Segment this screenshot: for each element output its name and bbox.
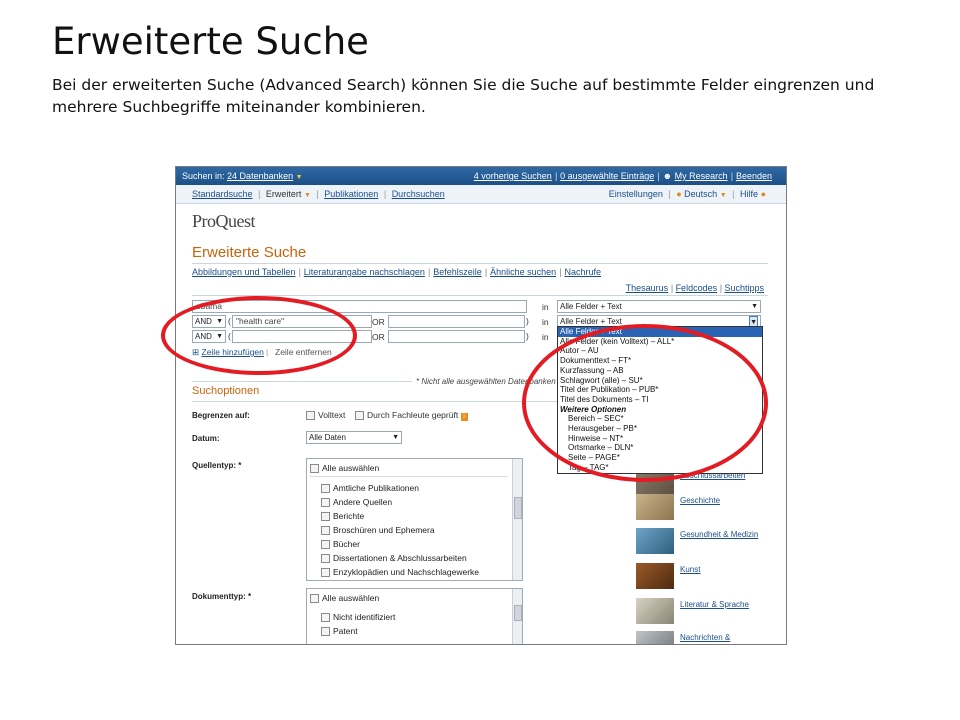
subject-label: Literatur & Sprache xyxy=(680,600,749,609)
date-value: Alle Daten xyxy=(309,433,346,442)
list-item[interactable]: Nicht identifiziert xyxy=(321,612,395,623)
chevron-down-icon: ▼ xyxy=(751,303,758,310)
in-label: in xyxy=(542,332,549,342)
settings-link[interactable]: Einstellungen xyxy=(609,189,663,199)
chevron-down-icon[interactable]: ▼ xyxy=(304,192,311,199)
chevron-down-icon[interactable]: ▼ xyxy=(296,174,303,181)
logout-link[interactable]: Beenden xyxy=(736,171,772,181)
select-all-checkbox[interactable] xyxy=(310,594,319,604)
source-type-list[interactable]: Alle auswählen Amtliche Publikationen An… xyxy=(306,458,523,581)
field-select-value: Alle Felder + Text xyxy=(560,302,622,311)
scrollbar[interactable] xyxy=(512,459,522,580)
thesaurus-link[interactable]: Thesaurus xyxy=(626,283,669,293)
tab-advanced[interactable]: Erweitert xyxy=(266,189,302,199)
search-input-3b[interactable] xyxy=(388,330,525,343)
list-item[interactable]: Andere Quellen xyxy=(321,497,392,508)
subject-thumbnail xyxy=(636,494,674,520)
fulltext-label: Volltext xyxy=(318,410,346,420)
subject-label: Gesundheit & Medizin xyxy=(680,530,759,539)
date-select[interactable]: Alle Daten ▼ xyxy=(306,431,402,444)
info-icon[interactable]: i xyxy=(460,413,468,421)
tool-links: Thesaurus | Feldcodes | Suchtipps xyxy=(625,283,764,293)
select-all-label: Alle auswählen xyxy=(322,593,380,603)
select-all-label: Alle auswählen xyxy=(322,463,380,473)
figures-link[interactable]: Abbildungen und Tabellen xyxy=(192,267,295,277)
field-select-value: Alle Felder + Text xyxy=(560,317,622,326)
search-input-2b[interactable] xyxy=(388,315,525,328)
document-type-list[interactable]: Alle auswählen Nicht identifiziert Paten… xyxy=(306,588,523,644)
fieldcodes-link[interactable]: Feldcodes xyxy=(676,283,718,293)
search-options-heading: Suchoptionen xyxy=(192,385,260,397)
list-item[interactable]: Patent xyxy=(321,626,358,637)
citation-lookup-link[interactable]: Literaturangabe nachschlagen xyxy=(304,267,425,277)
selected-items-link[interactable]: 0 ausgewählte Einträge xyxy=(560,171,654,181)
or-label: OR xyxy=(372,317,385,327)
help-icon[interactable]: ● xyxy=(761,189,766,199)
similar-search-link[interactable]: Ähnliche suchen xyxy=(490,267,556,277)
slide-description: Bei der erweiterten Suche (Advanced Sear… xyxy=(52,76,875,116)
obituaries-link[interactable]: Nachrufe xyxy=(564,267,601,277)
select-all-checkbox[interactable] xyxy=(310,464,319,474)
proquest-logo: ProQuest xyxy=(192,211,256,231)
chevron-down-icon[interactable]: ▼ xyxy=(720,192,727,199)
scrollbar[interactable] xyxy=(512,589,522,644)
tab-standard-search[interactable]: Standardsuche xyxy=(192,189,253,199)
highlight-circle xyxy=(161,296,357,375)
divider xyxy=(192,263,768,264)
tab-publications[interactable]: Publikationen xyxy=(324,189,378,199)
subject-label: Geschichte xyxy=(680,496,721,505)
slide-title: Erweiterte Suche xyxy=(52,20,369,63)
user-icon: ☻ xyxy=(662,171,673,181)
paren-close: ) xyxy=(526,331,529,341)
help-link[interactable]: Hilfe xyxy=(740,189,758,199)
list-item[interactable]: Berichte xyxy=(321,511,364,522)
or-label: OR xyxy=(372,332,385,342)
date-label: Datum: xyxy=(192,434,220,443)
subject-thumbnail xyxy=(636,563,674,589)
tab-browse[interactable]: Durchsuchen xyxy=(392,189,445,199)
highlight-circle xyxy=(522,324,768,482)
list-item[interactable]: Bücher xyxy=(321,539,360,550)
subject-label: Nachrichten & xyxy=(680,633,731,642)
fulltext-checkbox[interactable] xyxy=(306,411,315,421)
my-research-link[interactable]: My Research xyxy=(675,171,728,181)
search-type-links: Abbildungen und Tabellen | Literaturangabe… xyxy=(192,267,602,277)
list-item[interactable]: Enzyklopädien und Nachschlagewerke xyxy=(321,567,479,578)
top-bar: Suchen in: 24 Datenbanken ▼ 4 vorherige … xyxy=(176,167,786,185)
paren-close: ) xyxy=(526,316,529,326)
document-type-label: Dokumenttyp: * xyxy=(192,592,252,601)
nav-bar: Standardsuche | Erweitert ▼ | Publikatio… xyxy=(176,185,786,204)
in-label: in xyxy=(542,302,549,312)
source-type-label: Quellentyp: * xyxy=(192,461,242,470)
searchtips-link[interactable]: Suchtipps xyxy=(724,283,764,293)
subject-thumbnail xyxy=(636,631,674,644)
globe-icon: ● xyxy=(676,189,682,199)
in-label: in xyxy=(542,317,549,327)
command-line-link[interactable]: Befehlszeile xyxy=(433,267,482,277)
subject-thumbnail xyxy=(636,528,674,554)
field-select-1[interactable]: Alle Felder + Text ▼ xyxy=(557,300,761,313)
subject-label: Kunst xyxy=(680,565,701,574)
subject-thumbnail xyxy=(636,598,674,624)
search-in-label: Suchen in: xyxy=(182,171,225,181)
peer-reviewed-checkbox[interactable] xyxy=(355,411,364,421)
list-item[interactable]: Broschüren und Ephemera xyxy=(321,525,435,536)
list-item[interactable]: Amtliche Publikationen xyxy=(321,483,419,494)
divider xyxy=(192,381,412,382)
limit-label: Begrenzen auf: xyxy=(192,411,250,420)
page-title: Erweiterte Suche xyxy=(192,244,307,261)
chevron-down-icon: ▼ xyxy=(392,434,399,441)
peer-reviewed-label: Durch Fachleute geprüft xyxy=(367,410,459,420)
databases-link[interactable]: 24 Datenbanken xyxy=(227,171,293,181)
language-select[interactable]: Deutsch xyxy=(684,189,717,199)
list-item[interactable]: Dissertationen & Abschlussarbeiten xyxy=(321,553,467,564)
recent-searches-link[interactable]: 4 vorherige Suchen xyxy=(474,171,552,181)
